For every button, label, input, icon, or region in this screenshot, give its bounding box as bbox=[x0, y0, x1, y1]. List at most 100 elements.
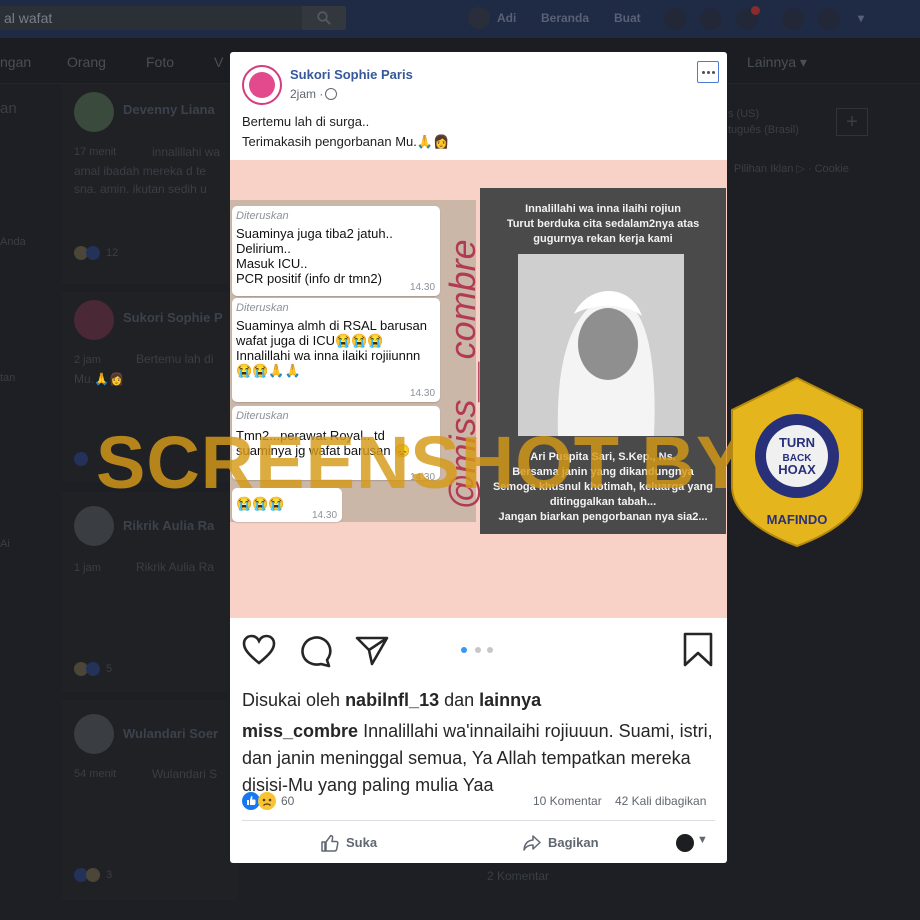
add-language-button[interactable]: + bbox=[836, 108, 868, 136]
avatar bbox=[74, 506, 114, 546]
chevron-down-icon[interactable]: ▼ bbox=[697, 834, 708, 846]
chevron-down-icon[interactable]: ▾ bbox=[858, 11, 864, 35]
mafindo-logo: TURN BACK HOAX MAFINDO bbox=[731, 376, 863, 548]
post-time: 17 menit bbox=[74, 146, 117, 158]
bg-feed-post: Wulandari Soer 54 menit Wulandari S 3 bbox=[62, 700, 238, 900]
tab-more[interactable]: Lainnya ▾ bbox=[747, 54, 807, 71]
search-input[interactable]: al wafat bbox=[4, 10, 52, 26]
thumbs-up-icon bbox=[321, 834, 339, 852]
post-author[interactable]: Sukori Sophie P bbox=[123, 310, 223, 325]
friends-icon[interactable] bbox=[664, 8, 686, 30]
reaction-count[interactable]: 60 bbox=[281, 794, 294, 808]
heart-icon[interactable] bbox=[242, 634, 276, 666]
share-button[interactable]: Bagikan bbox=[522, 832, 632, 856]
reaction-count[interactable]: 5 bbox=[106, 663, 112, 675]
tab-videos[interactable]: V bbox=[214, 54, 223, 70]
post-text: Wulandari S bbox=[152, 767, 218, 781]
screenshot-watermark: SCREENSHOT BY bbox=[96, 421, 747, 504]
reaction-summary: 60 10 Komentar 42 Kali dibagikan bbox=[230, 788, 727, 820]
reaction-count[interactable]: 3 bbox=[106, 869, 112, 881]
post-text: amal ibadah mereka d te bbox=[74, 164, 207, 178]
post-author[interactable]: Rikrik Aulia Ra bbox=[123, 518, 214, 533]
avatar bbox=[74, 714, 114, 754]
like-label: Suka bbox=[346, 835, 378, 850]
sad-reaction-icon[interactable] bbox=[258, 792, 276, 810]
share-count[interactable]: 42 Kali dibagikan bbox=[615, 794, 706, 808]
share-label: Bagikan bbox=[548, 835, 599, 850]
reaction-count[interactable]: 12 bbox=[106, 247, 118, 259]
instagram-image: Diteruskan Suaminya juga tiba2 jatuh.. D… bbox=[230, 160, 727, 618]
notification-badge bbox=[751, 6, 760, 15]
author-avatar[interactable] bbox=[242, 65, 282, 105]
post-author[interactable]: Sukori Sophie Paris bbox=[290, 67, 413, 82]
post-text: sna. amin. ikutan sedih u bbox=[74, 182, 207, 196]
likes-mid: dan bbox=[439, 690, 480, 710]
globe-icon bbox=[325, 88, 337, 100]
likes-user[interactable]: nabilnfl_13 bbox=[345, 690, 439, 710]
chat-bubble: Diteruskan Suaminya juga tiba2 jatuh.. D… bbox=[232, 206, 440, 296]
left-label: Anda bbox=[0, 236, 26, 248]
divider bbox=[242, 820, 715, 821]
like-button[interactable]: Suka bbox=[320, 832, 410, 856]
forwarded-label: Diteruskan bbox=[236, 210, 289, 222]
chat-message: Suaminya almh di RSAL barusan wafat juga… bbox=[236, 318, 428, 378]
comment-count[interactable]: 10 Komentar bbox=[533, 794, 602, 808]
search-bar[interactable]: al wafat bbox=[0, 6, 346, 30]
tab-people[interactable]: Orang bbox=[67, 54, 106, 70]
post-text: Rikrik Aulia Ra bbox=[136, 560, 215, 574]
chat-time: 14.30 bbox=[410, 282, 436, 293]
tab-photos[interactable]: Foto bbox=[146, 54, 174, 70]
language-option[interactable]: s (US) bbox=[728, 108, 759, 120]
chat-message: Suaminya juga tiba2 jatuh.. Delirium.. M… bbox=[236, 226, 393, 286]
like-reaction-icon bbox=[74, 452, 88, 466]
left-label: an bbox=[0, 100, 17, 117]
post-time: 2 jam bbox=[74, 354, 101, 366]
profile-avatar[interactable] bbox=[468, 7, 490, 29]
help-icon[interactable] bbox=[818, 8, 840, 30]
left-label: tan bbox=[0, 372, 16, 384]
post-author[interactable]: Devenny Liana bbox=[123, 102, 215, 117]
post-text: Bertemu lah di bbox=[136, 352, 214, 366]
instagram-likes: Disukai oleh nabilnfl_13 dan lainnya bbox=[242, 690, 541, 711]
search-icon bbox=[317, 11, 331, 25]
bookmark-icon[interactable] bbox=[682, 632, 714, 668]
svg-text:HOAX: HOAX bbox=[778, 462, 816, 477]
post-time: 1 jam bbox=[74, 562, 101, 574]
comment-icon[interactable] bbox=[299, 634, 333, 668]
bg-feed-post: Rikrik Aulia Ra 1 jam Rikrik Aulia Ra 5 bbox=[62, 492, 238, 692]
instagram-caption: miss_combre Innalillahi wa'innailaihi ro… bbox=[242, 718, 717, 799]
post-time[interactable]: 2jam · bbox=[290, 87, 323, 101]
left-label: Ai bbox=[0, 538, 10, 550]
post-options-button[interactable] bbox=[697, 61, 719, 83]
post-time: 54 menit bbox=[74, 768, 117, 780]
like-reaction-icon bbox=[86, 662, 100, 676]
post-author[interactable]: Wulandari Soer bbox=[123, 726, 218, 741]
like-reaction-icon bbox=[86, 246, 100, 260]
svg-text:TURN: TURN bbox=[779, 435, 815, 450]
post-text: Mu.🙏👩 bbox=[74, 372, 124, 386]
post-text: innalillahi wa bbox=[152, 145, 221, 159]
profile-link[interactable]: Adi bbox=[497, 11, 516, 35]
search-button[interactable] bbox=[302, 6, 346, 30]
likes-more[interactable]: lainnya bbox=[479, 690, 541, 710]
post-text: Bertemu lah di surga.. Terimakasih pengo… bbox=[242, 114, 450, 149]
chat-time: 14.30 bbox=[410, 388, 436, 399]
tab-posts[interactable]: ngan bbox=[0, 54, 31, 70]
quick-help-icon[interactable] bbox=[782, 8, 804, 30]
page-avatar-selector[interactable] bbox=[676, 834, 694, 852]
sad-reaction-icon bbox=[86, 868, 100, 882]
home-link[interactable]: Beranda bbox=[541, 11, 589, 35]
forwarded-label: Diteruskan bbox=[236, 302, 289, 314]
share-icon[interactable] bbox=[355, 634, 389, 666]
create-link[interactable]: Buat bbox=[614, 11, 641, 35]
caption-user[interactable]: miss_combre bbox=[242, 721, 358, 741]
language-option[interactable]: tuguês (Brasil) bbox=[728, 124, 799, 136]
footer-links[interactable]: Pilihan Iklan ▷ · Cookie bbox=[734, 162, 849, 175]
svg-text:MAFINDO: MAFINDO bbox=[767, 512, 828, 527]
bg-comments-count[interactable]: 2 Komentar bbox=[487, 869, 549, 883]
nurse-photo bbox=[518, 254, 684, 436]
chat-bubble: Diteruskan Suaminya almh di RSAL barusan… bbox=[232, 298, 440, 402]
chat-time: 14.30 bbox=[312, 510, 338, 521]
messenger-icon[interactable] bbox=[700, 8, 722, 30]
bg-feed-post: Devenny Liana 17 menit innalillahi wa am… bbox=[62, 84, 238, 284]
